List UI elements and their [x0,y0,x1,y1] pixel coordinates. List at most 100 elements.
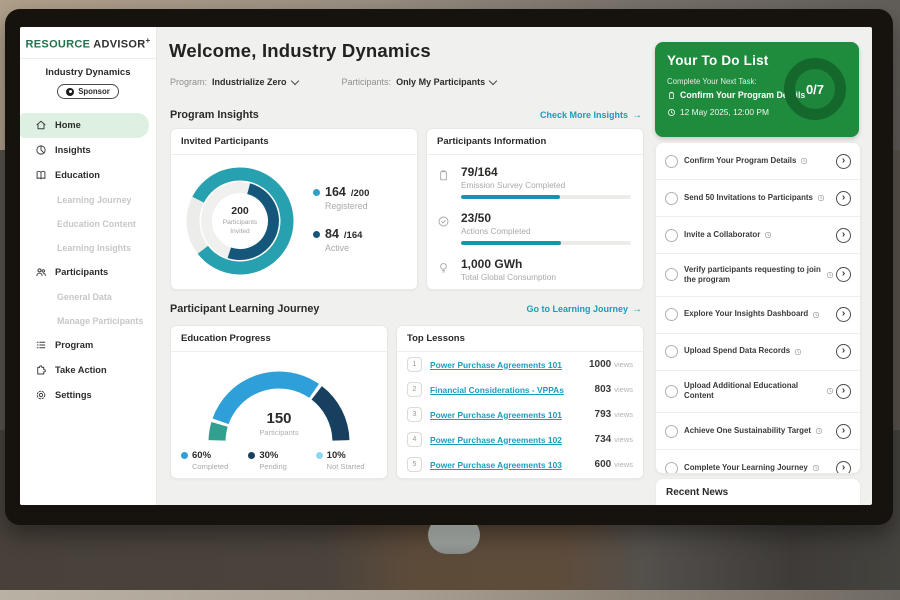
task-checkbox[interactable] [665,308,678,321]
sidebar-item-home[interactable]: Home [20,113,149,138]
recent-news-title: Recent News [656,479,860,505]
app-logo: RESOURCE ADVISOR+ [20,27,156,59]
todo-title: Your To Do List [667,53,769,68]
lesson-link[interactable]: Financial Considerations - VPPAs [430,385,564,395]
actions-icon [437,215,450,228]
card-title: Participants Information [427,129,643,155]
task-checkbox[interactable] [665,425,678,438]
main-content: Welcome, Industry Dynamics Program: Indu… [156,27,650,505]
sidebar-item-learning-journey[interactable]: Learning Journey [20,188,156,212]
sidebar-item-program[interactable]: Program [20,333,156,358]
legend-dot [316,452,323,459]
task-open-button[interactable]: › [836,384,851,399]
sidebar-item-take-action[interactable]: Take Action [20,358,156,383]
stat-emission-survey: 79/164 Emission Survey Completed [437,165,631,199]
sidebar-item-settings[interactable]: Settings [20,383,156,408]
legend-dot [313,189,320,196]
chevron-down-icon [489,76,497,84]
participants-filter[interactable]: Participants: Only My Participants [342,77,497,87]
task-open-button[interactable]: › [836,461,851,474]
book-icon [35,169,47,181]
clock-icon [812,311,820,319]
legend-registered: 164/200 Registered [313,185,369,211]
task-row[interactable]: Upload Additional Educational Content › [656,371,860,414]
todo-subtitle: Complete Your Next Task: [667,77,757,86]
lesson-link[interactable]: Power Purchase Agreements 102 [430,435,562,445]
sidebar-item-education[interactable]: Education [20,163,156,188]
legend-active: 84/164 Active [313,227,369,253]
sidebar-item-manage-participants[interactable]: Manage Participants [20,309,156,333]
lesson-link[interactable]: Power Purchase Agreements 103 [430,460,562,470]
scene: RESOURCE ADVISOR+ Industry Dynamics Spon… [0,0,900,600]
todo-list-card: Confirm Your Program Details › Send 50 I… [655,142,861,474]
progress-fill [461,241,561,245]
task-row[interactable]: Upload Spend Data Records › [656,334,860,371]
task-open-button[interactable]: › [836,228,851,243]
task-row[interactable]: Explore Your Insights Dashboard › [656,297,860,334]
section-title-program-insights: Program Insights [170,109,259,121]
task-row[interactable]: Verify participants requesting to join t… [656,254,860,297]
go-to-learning-journey-link[interactable]: Go to Learning Journey → [526,304,642,315]
sponsor-badge[interactable]: Sponsor [57,84,119,99]
todo-hero-card: Your To Do List Complete Your Next Task:… [655,42,859,137]
sidebar-item-general-data[interactable]: General Data [20,285,156,309]
task-checkbox[interactable] [665,345,678,358]
progress-fill [461,195,560,199]
task-checkbox[interactable] [665,155,678,168]
chevron-down-icon [290,76,298,84]
task-row[interactable]: Send 50 Invitations to Participants › [656,180,860,217]
task-checkbox[interactable] [665,462,678,474]
sidebar-menu: Home Insights Education Learning Journey… [20,113,156,408]
task-open-button[interactable]: › [836,344,851,359]
sidebar-item-learning-insights[interactable]: Learning Insights [20,236,156,260]
todo-due-date: 12 May 2025, 12:00 PM [667,107,769,117]
participants-information-card: Participants Information 79/164 Emission… [426,128,644,290]
invited-participants-card: Invited Participants 200 Participants In… [170,128,418,290]
legend-dot [248,452,255,459]
filters-bar: Program: Industrialize Zero Participants… [170,77,496,87]
sidebar-item-participants[interactable]: Participants [20,260,156,285]
lesson-row: 4 Power Purchase Agreements 102 734views [397,427,643,452]
rank-badge: 1 [407,357,422,372]
sidebar-item-insights[interactable]: Insights [20,138,156,163]
task-open-button[interactable]: › [836,424,851,439]
task-checkbox[interactable] [665,385,678,398]
task-open-button[interactable]: › [836,191,851,206]
recent-news-card: Recent News [655,478,861,505]
clock-icon [764,231,772,239]
task-checkbox[interactable] [665,268,678,281]
progress-track [461,195,631,199]
sidebar-item-education-content[interactable]: Education Content [20,212,156,236]
sponsor-icon [66,88,74,96]
task-checkbox[interactable] [665,229,678,242]
task-open-button[interactable]: › [836,154,851,169]
home-icon [35,119,47,131]
lesson-link[interactable]: Power Purchase Agreements 101 [430,410,562,420]
task-row[interactable]: Confirm Your Program Details › [656,143,860,180]
clock-icon [826,387,834,395]
task-open-button[interactable]: › [836,267,851,282]
rank-badge: 4 [407,432,422,447]
page-title: Welcome, Industry Dynamics [169,40,431,62]
stat-global-consumption: 1,000 GWh Total Global Consumption [437,257,631,282]
lesson-link[interactable]: Power Purchase Agreements 101 [430,360,562,370]
legend-dot [313,231,320,238]
task-checkbox[interactable] [665,192,678,205]
task-row[interactable]: Invite a Collaborator › [656,217,860,254]
legend-pending: 30% Pending [248,450,315,471]
legend-dot [181,452,188,459]
check-more-insights-link[interactable]: Check More Insights → [540,110,642,121]
logo-advisor: ADVISOR [93,39,145,51]
todo-next-task: Confirm Your Program Details [667,90,791,100]
program-filter[interactable]: Program: Industrialize Zero [170,77,298,87]
card-title: Invited Participants [171,129,417,155]
task-open-button[interactable]: › [836,307,851,322]
task-row[interactable]: Achieve One Sustainability Target › [656,413,860,450]
legend-completed: 60% Completed [181,450,248,471]
legend-not-started: 10% Not Started [316,450,383,471]
progress-track [461,241,631,245]
rank-badge: 3 [407,407,422,422]
lesson-row: 1 Power Purchase Agreements 101 1000view… [397,352,643,377]
lessons-list: 1 Power Purchase Agreements 101 1000view… [397,352,643,477]
task-row[interactable]: Complete Your Learning Journey › [656,450,860,474]
